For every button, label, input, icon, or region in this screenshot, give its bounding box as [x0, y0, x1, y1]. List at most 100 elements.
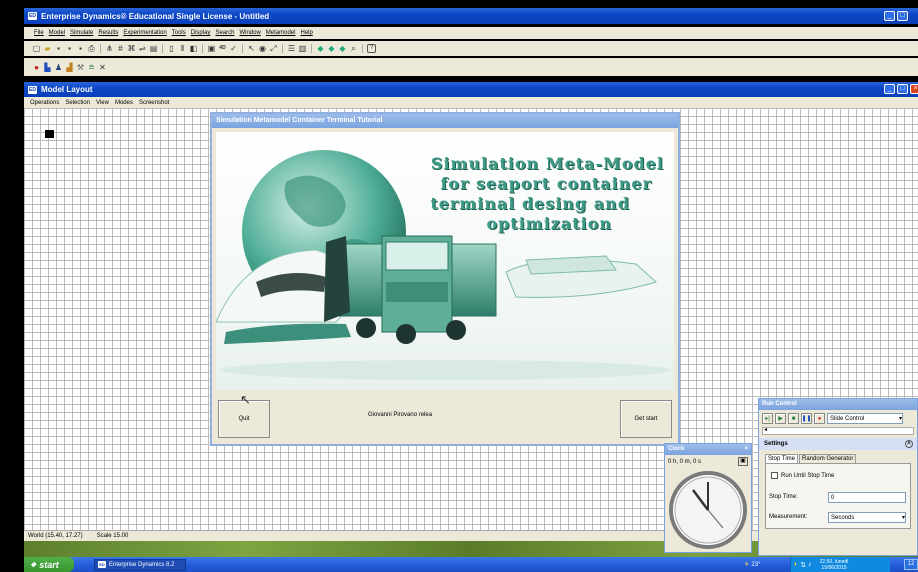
menu-search[interactable]: Search [215, 30, 234, 36]
atom-tool-icon[interactable]: ◆ [327, 44, 336, 53]
menu-display[interactable]: Display [191, 30, 211, 36]
start-label: start [39, 559, 59, 570]
menu-results[interactable]: Results [98, 30, 118, 36]
grid-icon[interactable]: # [116, 44, 125, 53]
zoom-fit-icon[interactable]: ⤢ [269, 44, 278, 53]
chart-icon[interactable]: ▙ [43, 63, 52, 72]
play-icon[interactable]: ▶ [775, 413, 786, 424]
main-toolbar: ▢ ▰ ▪ ▪ ▪ ⎙ ⋔ # ⌘ ⇌ ▤ ▯ ⫴ ◧ ▣ 4D ✓ ↖ ◉ ⤢… [24, 41, 918, 56]
step-forward-icon[interactable]: ▸| [762, 413, 773, 424]
atom-marker[interactable] [45, 130, 54, 138]
4d-icon[interactable]: 4D [218, 44, 227, 53]
menu-operations[interactable]: Operations [30, 100, 59, 106]
run-mode-select[interactable]: Slide Control ▾ [827, 413, 903, 424]
menu-screenshot[interactable]: Screenshot [139, 100, 169, 106]
building-icon[interactable]: ▟ [65, 63, 74, 72]
atom-tool-icon[interactable]: ◆ [316, 44, 325, 53]
clock-title-bar: Clock × [665, 444, 751, 455]
connect-icon[interactable]: ⇌ [138, 44, 147, 53]
model-layout-title-bar: ED Model Layout [24, 82, 918, 97]
tray-volume-icon[interactable]: ♪ [808, 561, 812, 568]
preview-icon[interactable]: ◧ [189, 44, 198, 53]
taskbar-task-enterprise-dynamics[interactable]: ED Enterprise Dynamics 8.2 [94, 558, 186, 571]
stop-time-input[interactable]: 0 [828, 492, 906, 503]
stop-icon[interactable]: ■ [788, 413, 799, 424]
maximize-button[interactable]: □ [897, 11, 908, 21]
crossed-tools-icon[interactable]: ✕ [98, 63, 107, 72]
new-file-icon[interactable]: ▢ [32, 44, 41, 53]
pointer-icon[interactable]: ↖ [247, 44, 256, 53]
reset-icon[interactable]: ● [814, 413, 825, 424]
save-icon[interactable]: ▪ [54, 44, 63, 53]
menu-model[interactable]: Model [49, 30, 65, 36]
menu-view[interactable]: View [96, 100, 109, 106]
model-layout-window-controls: _ □ × [884, 84, 918, 94]
window-icon[interactable]: ▣ [207, 44, 216, 53]
record-icon[interactable]: ◉ [258, 44, 267, 53]
menu-window[interactable]: Window [239, 30, 260, 36]
print-icon[interactable]: ⎙ [87, 44, 96, 53]
menu-file[interactable]: File [34, 30, 44, 36]
app-menu-bar: File Model Simulate Results Experimentat… [24, 27, 918, 39]
weather-temp: 23° [751, 561, 761, 568]
spell-check-icon[interactable]: ✓ [229, 44, 238, 53]
tools-icon[interactable]: ⚒ [76, 63, 85, 72]
clock-window: Clock × 0 h, 0 m, 0 s ▣ [664, 443, 752, 553]
slider-left-arrow-icon[interactable]: ◂ [764, 426, 767, 433]
table-icon[interactable]: ▤ [149, 44, 158, 53]
run-until-label: Run Until Stop Time [781, 472, 835, 479]
measurement-select[interactable]: Seconds ▾ [828, 512, 906, 523]
enterprise-dynamics-app-icon: ED [28, 12, 37, 20]
run-until-checkbox[interactable] [771, 472, 778, 479]
menu-modes[interactable]: Modes [115, 100, 133, 106]
open-folder-icon[interactable]: ▰ [43, 44, 52, 53]
network-icon[interactable]: ⌘ [127, 44, 136, 53]
close-icon[interactable]: × [744, 444, 748, 455]
tab-stop-time[interactable]: Stop Time [765, 454, 799, 463]
banner-line-3: terminal desing and [430, 194, 630, 213]
flow-icon[interactable]: ≘ [87, 63, 96, 72]
minimize-button[interactable]: _ [884, 11, 895, 21]
weather-indicator[interactable]: ☀ 23° [744, 557, 760, 572]
mouse-cursor-icon: ↖ [240, 392, 251, 407]
tray-security-icon[interactable]: ◐ [794, 561, 798, 568]
tab-random-generator[interactable]: Random Generator [799, 454, 857, 463]
document-icon[interactable]: ▯ [167, 44, 176, 53]
system-tray: ◐ ⇅ ♪ 22.50, lunedì 15/06/2015 [790, 557, 890, 572]
clock-time-row: 0 h, 0 m, 0 s ▣ [665, 455, 751, 468]
tray-network-icon[interactable]: ⇅ [800, 561, 806, 569]
save-all-icon[interactable]: ▪ [76, 44, 85, 53]
find-icon[interactable]: ⌕ [349, 44, 358, 53]
person-icon[interactable]: ♟ [54, 63, 63, 72]
get-start-button[interactable]: Get start [620, 400, 672, 438]
enterprise-dynamics-task-icon: ED [98, 561, 106, 568]
menu-simulate[interactable]: Simulate [70, 30, 93, 36]
bar-chart-icon[interactable]: ▥ [298, 44, 307, 53]
help-icon[interactable]: ? [367, 44, 376, 53]
clock-settings-icon[interactable]: ▣ [738, 457, 748, 466]
library-icon[interactable]: ⫴ [178, 44, 187, 53]
menu-selection[interactable]: Selection [65, 100, 90, 106]
menu-metamodel[interactable]: Metamodel [266, 30, 296, 36]
collapse-icon[interactable]: ˄ [905, 440, 913, 448]
red-marker-icon[interactable]: ● [32, 63, 41, 72]
tutorial-dialog: Simulation Metamodel Container Terminal … [210, 112, 680, 446]
start-button[interactable]: ❖ start [24, 557, 74, 572]
list-icon[interactable]: ☰ [287, 44, 296, 53]
hierarchy-icon[interactable]: ⋔ [105, 44, 114, 53]
tutorial-title: Simulation Metamodel Container Terminal … [216, 117, 383, 124]
taskbar-edge-button[interactable]: 12 [904, 559, 918, 570]
settings-title: Settings [764, 441, 788, 447]
close-button[interactable]: × [910, 84, 918, 94]
pause-icon[interactable]: ❚❚ [801, 413, 812, 424]
secondary-toolbar: ● ▙ ♟ ▟ ⚒ ≘ ✕ [24, 58, 918, 76]
menu-experimentation[interactable]: Experimentation [123, 30, 166, 36]
menu-tools[interactable]: Tools [172, 30, 186, 36]
tray-clock[interactable]: 22.50, lunedì 15/06/2015 [820, 559, 849, 571]
atom-tool-icon[interactable]: ◆ [338, 44, 347, 53]
speed-slider[interactable]: ◂ [762, 427, 914, 435]
minimize-button[interactable]: _ [884, 84, 895, 94]
maximize-button[interactable]: □ [897, 84, 908, 94]
menu-help[interactable]: Help [300, 30, 312, 36]
save-as-icon[interactable]: ▪ [65, 44, 74, 53]
